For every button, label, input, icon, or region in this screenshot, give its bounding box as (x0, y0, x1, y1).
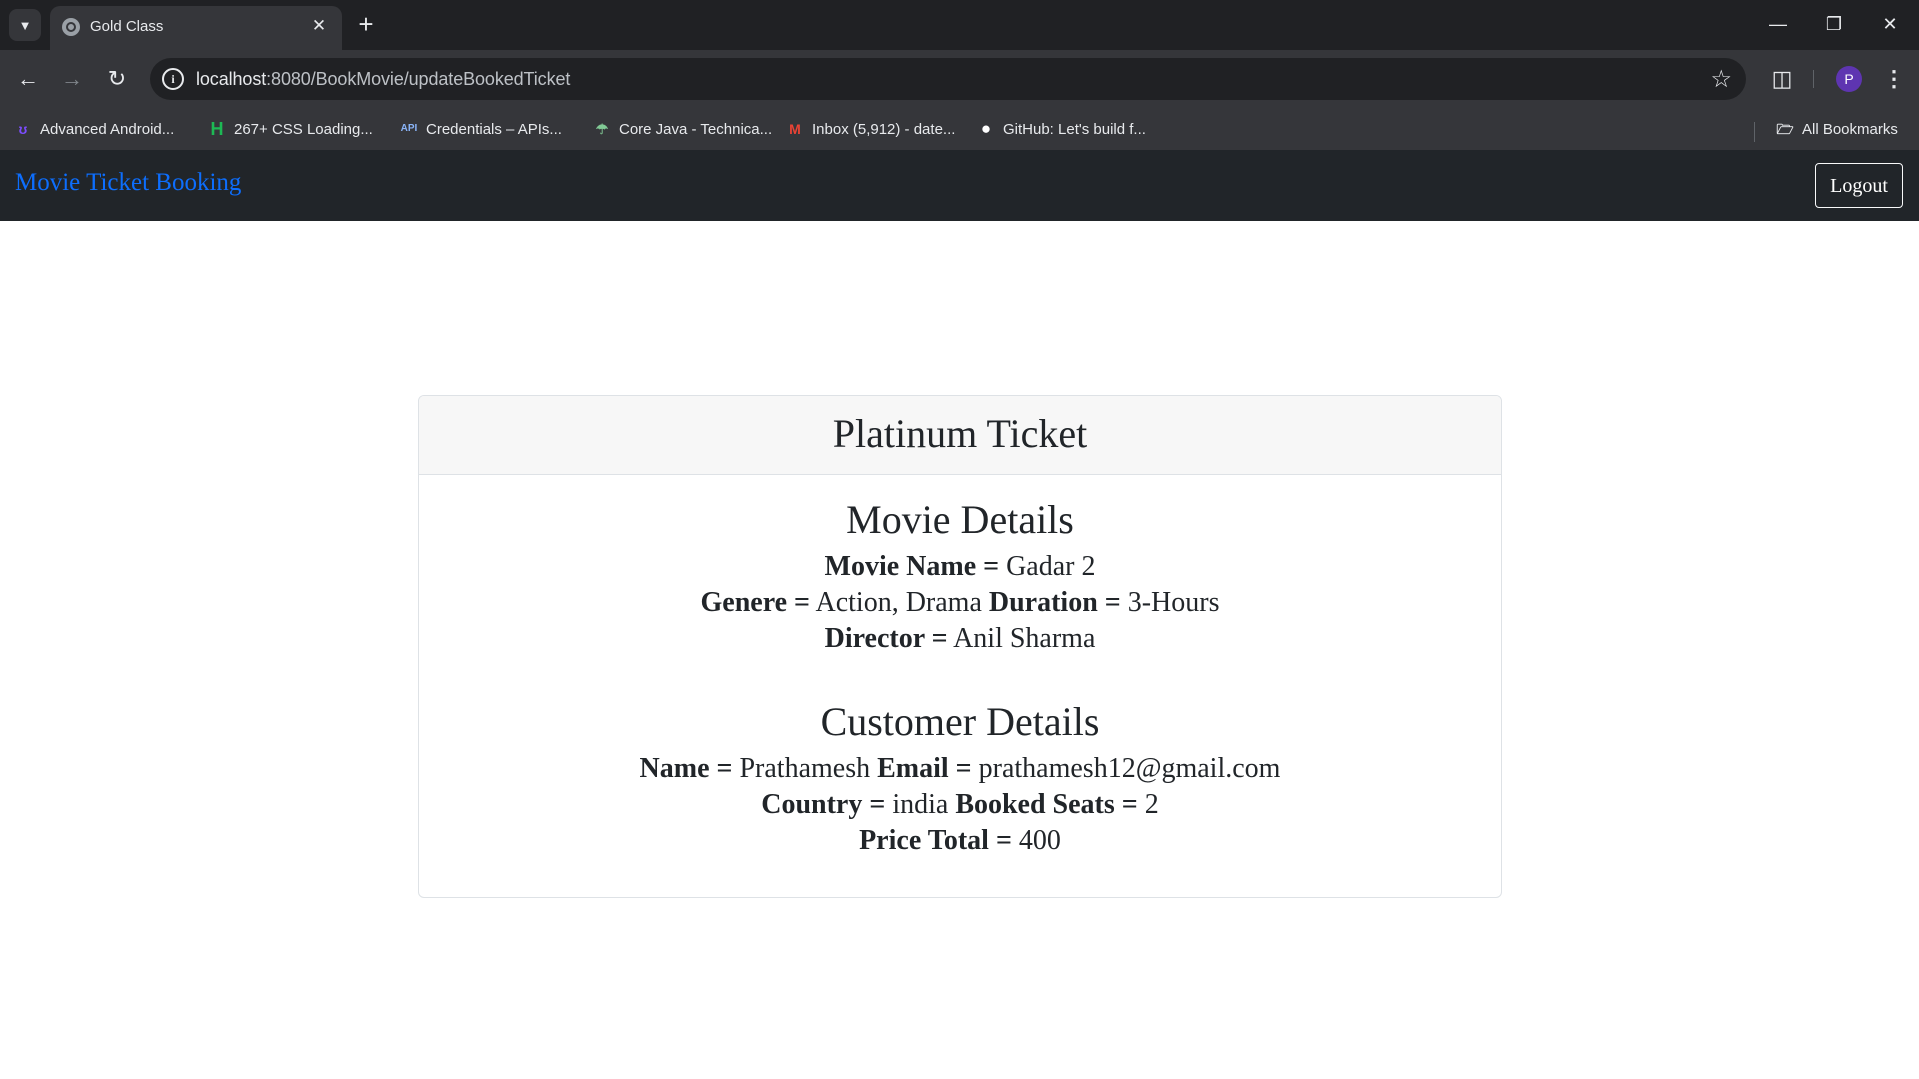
movie-name-line: Movie Name = Gadar 2 (824, 551, 1096, 582)
chevron-down-icon: ▼ (18, 17, 32, 33)
all-bookmarks-button[interactable]: 🗁 All Bookmarks (1776, 118, 1898, 140)
api-icon: API (400, 123, 418, 134)
logout-button[interactable]: Logout (1815, 163, 1903, 208)
bookmarks-divider (1754, 122, 1755, 142)
restore-icon[interactable]: ❐ (1814, 8, 1854, 40)
tab-title: Gold Class (90, 18, 164, 35)
browser-toolbar: ← → ↻ i localhost:8080/BookMovie/updateB… (0, 50, 1919, 108)
tab-strip: ▼ Gold Class ✕ + — ❐ ✕ (0, 0, 1919, 50)
ticket-card: Platinum Ticket Movie Details Movie Name… (418, 395, 1502, 898)
h-logo-icon: H (210, 119, 224, 139)
more-menu-icon[interactable]: ⋮ (1880, 63, 1908, 95)
director-line: Director = Anil Sharma (824, 623, 1096, 654)
bookmark-item[interactable]: ʊ Advanced Android... (14, 118, 175, 140)
bookmarks-bar: ʊ Advanced Android... H 267+ CSS Loading… (0, 108, 1919, 150)
minimize-icon[interactable]: — (1758, 8, 1798, 40)
folder-icon: 🗁 (1776, 121, 1794, 137)
tab-search-button[interactable]: ▼ (9, 9, 41, 41)
movie-details-heading: Movie Details (846, 497, 1074, 542)
browser-tab[interactable]: Gold Class ✕ (50, 6, 342, 50)
umbrella-icon: ☂ (595, 121, 609, 137)
back-icon[interactable]: ← (12, 63, 44, 95)
close-window-icon[interactable]: ✕ (1870, 8, 1910, 40)
country-seats-line: Country = india Booked Seats = 2 (761, 789, 1159, 820)
ticket-title: Platinum Ticket (419, 396, 1501, 475)
brand-link[interactable]: Movie Ticket Booking (15, 169, 241, 197)
close-tab-icon[interactable]: ✕ (308, 15, 330, 37)
site-navbar: Movie Ticket Booking Logout (0, 150, 1919, 221)
toolbar-divider (1813, 70, 1814, 88)
site-info-icon[interactable]: i (162, 68, 184, 90)
extensions-icon[interactable]: ◫ (1766, 63, 1798, 95)
gmail-icon: M (789, 121, 801, 137)
genre-duration-line: Genere = Action, Drama Duration = 3-Hour… (700, 587, 1220, 618)
bookmark-item[interactable]: M Inbox (5,912) - date... (786, 118, 955, 140)
url-text[interactable]: localhost:8080/BookMovie/updateBookedTic… (196, 69, 570, 90)
android-dev-icon: ʊ (18, 121, 28, 137)
globe-icon (62, 18, 80, 36)
reload-icon[interactable]: ↻ (101, 63, 133, 95)
bookmark-item[interactable]: H 267+ CSS Loading... (208, 118, 373, 140)
bookmark-star-icon[interactable]: ☆ (1710, 65, 1732, 94)
bookmark-item[interactable]: ● GitHub: Let's build f... (977, 118, 1146, 140)
bookmark-item[interactable]: ☂ Core Java - Technica... (593, 118, 772, 140)
customer-details-heading: Customer Details (820, 699, 1100, 744)
customer-name-email-line: Name = Prathamesh Email = prathamesh12@g… (639, 753, 1281, 784)
github-icon: ● (980, 119, 992, 138)
new-tab-button[interactable]: + (352, 10, 380, 38)
address-bar[interactable]: i localhost:8080/BookMovie/updateBookedT… (150, 58, 1746, 100)
price-total-line: Price Total = 400 (859, 825, 1061, 856)
bookmark-item[interactable]: API Credentials – APIs... (398, 118, 562, 140)
forward-icon[interactable]: → (56, 63, 88, 95)
profile-avatar[interactable]: P (1836, 66, 1862, 92)
ticket-body: Movie Details Movie Name = Gadar 2 Gener… (419, 497, 1501, 859)
